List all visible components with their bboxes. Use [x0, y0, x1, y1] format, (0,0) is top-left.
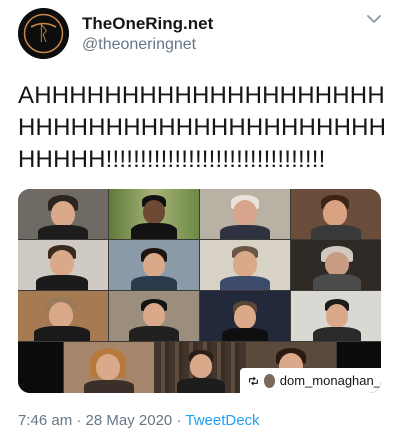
- video-tile: [109, 240, 199, 290]
- video-tile: [200, 240, 290, 290]
- ring-logo-icon: ᚱ: [18, 8, 69, 59]
- tweet-time[interactable]: 7:46 am: [18, 412, 72, 429]
- separator: ·: [76, 412, 82, 429]
- video-tile: [109, 189, 199, 239]
- video-tile: [109, 291, 199, 341]
- video-tile: [291, 291, 381, 341]
- video-tile: [291, 240, 381, 290]
- tweet-text: AHHHHHHHHHHHHHHHHHHHHHHHHHHHHHHHHHHHHHHH…: [18, 82, 387, 173]
- via-link[interactable]: TweetDeck: [185, 412, 259, 429]
- video-tile: [18, 189, 108, 239]
- video-tile: [18, 342, 63, 393]
- tweet-date[interactable]: 28 May 2020: [86, 412, 173, 429]
- credit-avatar: [263, 373, 275, 388]
- video-tile: [291, 189, 381, 239]
- display-name[interactable]: TheOneRing.net: [82, 14, 213, 34]
- tweet-media[interactable]: dom_monaghan_: [18, 189, 381, 393]
- video-tile: [155, 342, 245, 393]
- chevron-down-icon[interactable]: [366, 12, 382, 26]
- media-credit[interactable]: dom_monaghan_: [240, 368, 381, 393]
- video-tile: [18, 240, 108, 290]
- credit-username[interactable]: dom_monaghan_: [280, 373, 381, 388]
- video-tile: [64, 342, 154, 393]
- separator: ·: [176, 412, 182, 429]
- video-tile: [200, 291, 290, 341]
- account-avatar[interactable]: ᚱ: [18, 8, 69, 59]
- tweet-meta: 7:46 am · 28 May 2020 · TweetDeck: [18, 412, 260, 429]
- retweet-icon: [249, 376, 258, 385]
- account-handle[interactable]: @theoneringnet: [82, 36, 196, 54]
- video-tile: [18, 291, 108, 341]
- video-tile: [200, 189, 290, 239]
